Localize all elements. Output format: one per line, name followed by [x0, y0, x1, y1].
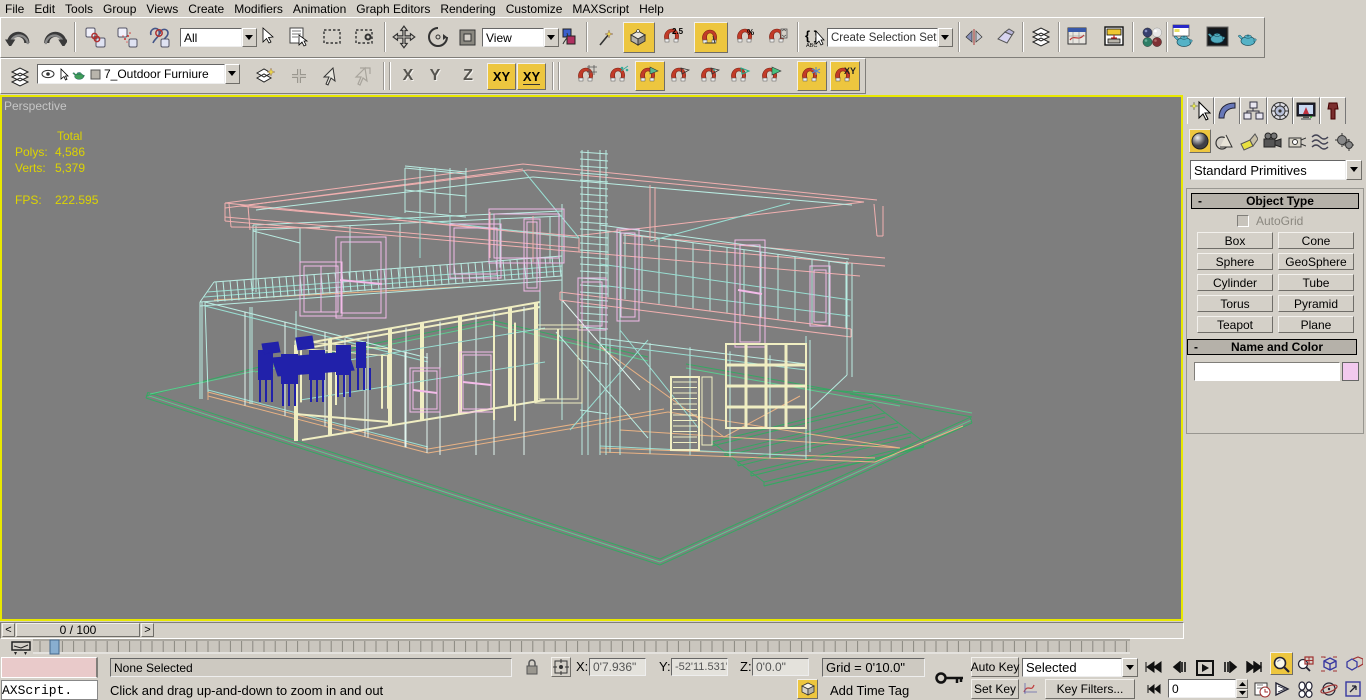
svg-text:XY: XY — [844, 66, 856, 76]
svg-text:2.5: 2.5 — [672, 27, 684, 36]
svg-text:%: % — [747, 28, 754, 37]
svg-text:ABC: ABC — [806, 43, 817, 49]
